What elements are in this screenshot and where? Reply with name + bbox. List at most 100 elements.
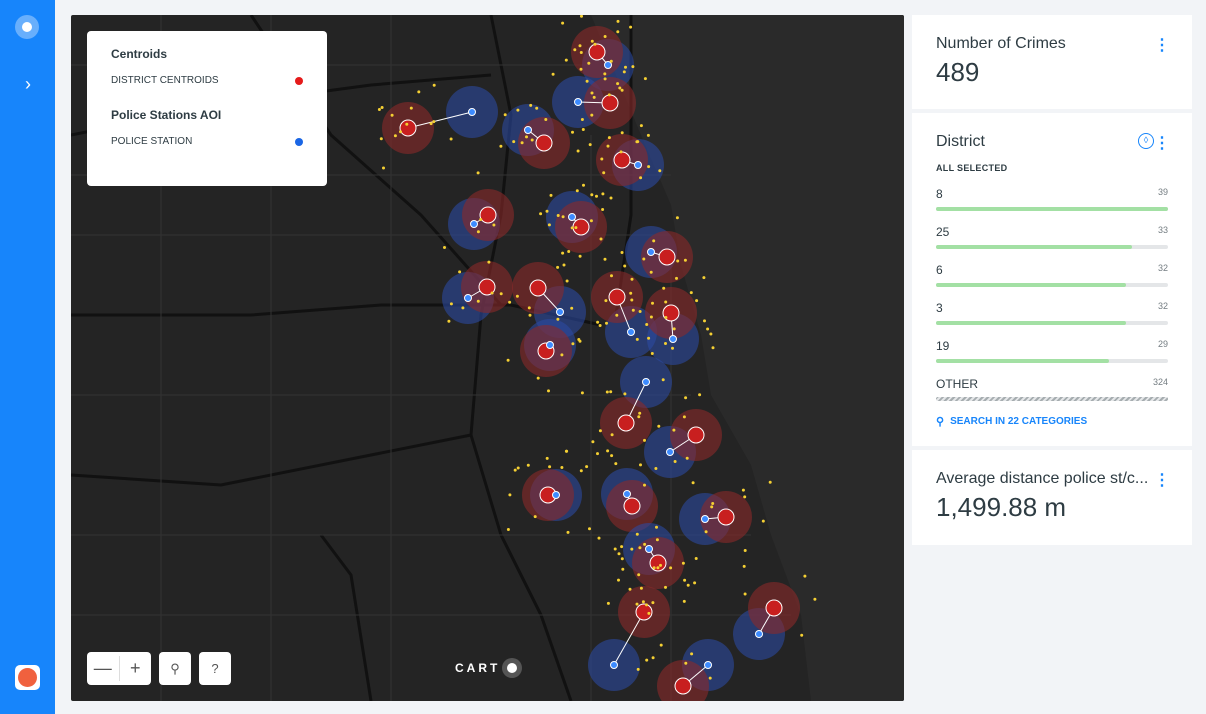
station-point[interactable] (623, 490, 631, 498)
crime-point (571, 130, 574, 134)
carto-o-icon (502, 658, 523, 678)
crimes-options-icon[interactable]: ⋮ (1154, 35, 1170, 55)
crime-point (487, 260, 491, 264)
crime-point (577, 338, 581, 341)
crime-point (449, 302, 453, 306)
crime-point (443, 246, 446, 249)
distance-options-icon[interactable]: ⋮ (1154, 470, 1170, 490)
centroid-point[interactable] (608, 288, 626, 306)
district-options-icon[interactable]: ⋮ (1154, 133, 1170, 153)
category-item[interactable]: OTHER 324 (936, 377, 1168, 401)
crime-point (512, 140, 516, 144)
station-point[interactable] (645, 545, 653, 553)
crime-point (743, 592, 747, 596)
centroid-point[interactable] (617, 414, 635, 432)
category-item[interactable]: 3 32 (936, 301, 1168, 325)
station-point[interactable] (642, 378, 650, 386)
station-point[interactable] (574, 98, 582, 106)
category-label: 25 (936, 225, 950, 239)
station-point[interactable] (704, 661, 712, 669)
crime-point (671, 346, 674, 350)
category-item[interactable]: 6 32 (936, 263, 1168, 287)
station-point[interactable] (669, 335, 677, 343)
station-point[interactable] (647, 248, 655, 256)
crime-point (516, 466, 520, 470)
crime-point (610, 454, 614, 458)
station-point[interactable] (568, 213, 576, 221)
crime-point (560, 353, 564, 357)
crime-point (694, 557, 698, 560)
station-point[interactable] (666, 448, 674, 456)
crime-point (590, 193, 594, 197)
station-point[interactable] (470, 220, 478, 228)
station-point[interactable] (755, 630, 763, 638)
crime-point (638, 546, 642, 550)
all-selected-label: ALL SELECTED (936, 163, 1008, 173)
map-canvas[interactable]: Centroids DISTRICT CENTROIDS Police Stat… (71, 15, 904, 701)
crime-point (656, 566, 660, 570)
station-point[interactable] (627, 328, 635, 336)
crime-point (551, 72, 555, 76)
centroid-point[interactable] (635, 603, 653, 621)
crime-point (490, 291, 494, 295)
help-button[interactable]: ? (199, 652, 231, 685)
station-point[interactable] (610, 661, 618, 669)
centroid-point[interactable] (674, 677, 692, 695)
category-item[interactable]: 8 39 (936, 187, 1168, 211)
centroid-point[interactable] (535, 134, 553, 152)
crime-point (377, 108, 381, 111)
station-point[interactable] (524, 126, 532, 134)
crime-point (620, 545, 624, 549)
category-count: 39 (1157, 187, 1168, 197)
widget-district: District ◊ ⋮ ALL SELECTED 8 39 25 33 6 32 3 32 1… (912, 113, 1192, 446)
color-by-icon[interactable]: ◊ (1138, 133, 1154, 149)
crime-point (605, 390, 609, 394)
category-item[interactable]: 25 33 (936, 225, 1168, 249)
crime-point (585, 79, 589, 83)
station-point[interactable] (604, 61, 612, 69)
centroid-point[interactable] (658, 248, 676, 266)
category-bar (936, 283, 1168, 287)
crime-point (593, 42, 597, 46)
crime-point (545, 456, 549, 460)
centroid-point[interactable] (613, 151, 631, 169)
station-point[interactable] (552, 491, 560, 499)
station-point[interactable] (556, 308, 564, 316)
category-bar (936, 321, 1168, 325)
centroid-point[interactable] (529, 279, 547, 297)
expand-chevron-icon[interactable]: › (18, 74, 38, 94)
search-button[interactable]: ⚲ (159, 652, 191, 685)
crime-point (560, 466, 564, 469)
station-point[interactable] (464, 294, 472, 302)
search-categories-link[interactable]: ⚲ SEARCH IN 22 CATEGORIES (936, 415, 1168, 428)
centroid-point[interactable] (765, 599, 783, 617)
centroid-point[interactable] (601, 94, 619, 112)
crime-point (681, 561, 685, 565)
crime-point (684, 661, 688, 665)
station-point[interactable] (701, 515, 709, 523)
centroid-point[interactable] (479, 206, 497, 224)
station-point[interactable] (468, 108, 476, 116)
centroid-point[interactable] (623, 497, 641, 515)
crime-point (458, 270, 462, 274)
category-bar (936, 207, 1168, 211)
centroid-point[interactable] (588, 43, 606, 61)
menu-icon[interactable] (15, 15, 39, 39)
crime-point (631, 308, 635, 312)
crime-point (742, 564, 746, 568)
station-point[interactable] (546, 341, 554, 349)
carto-logo-icon[interactable] (15, 665, 40, 690)
station-point[interactable] (634, 161, 642, 169)
crime-point (393, 134, 397, 138)
crime-point (506, 528, 510, 531)
crimes-title: Number of Crimes (936, 35, 1066, 52)
zoom-in-button[interactable]: + (120, 652, 152, 685)
crime-point (600, 157, 604, 161)
crime-point (655, 525, 658, 529)
crime-point (605, 321, 608, 325)
centroid-point[interactable] (687, 426, 705, 444)
category-item[interactable]: 19 29 (936, 339, 1168, 363)
centroid-point[interactable] (717, 508, 735, 526)
zoom-out-button[interactable]: — (87, 652, 119, 685)
centroid-point[interactable] (399, 119, 417, 137)
